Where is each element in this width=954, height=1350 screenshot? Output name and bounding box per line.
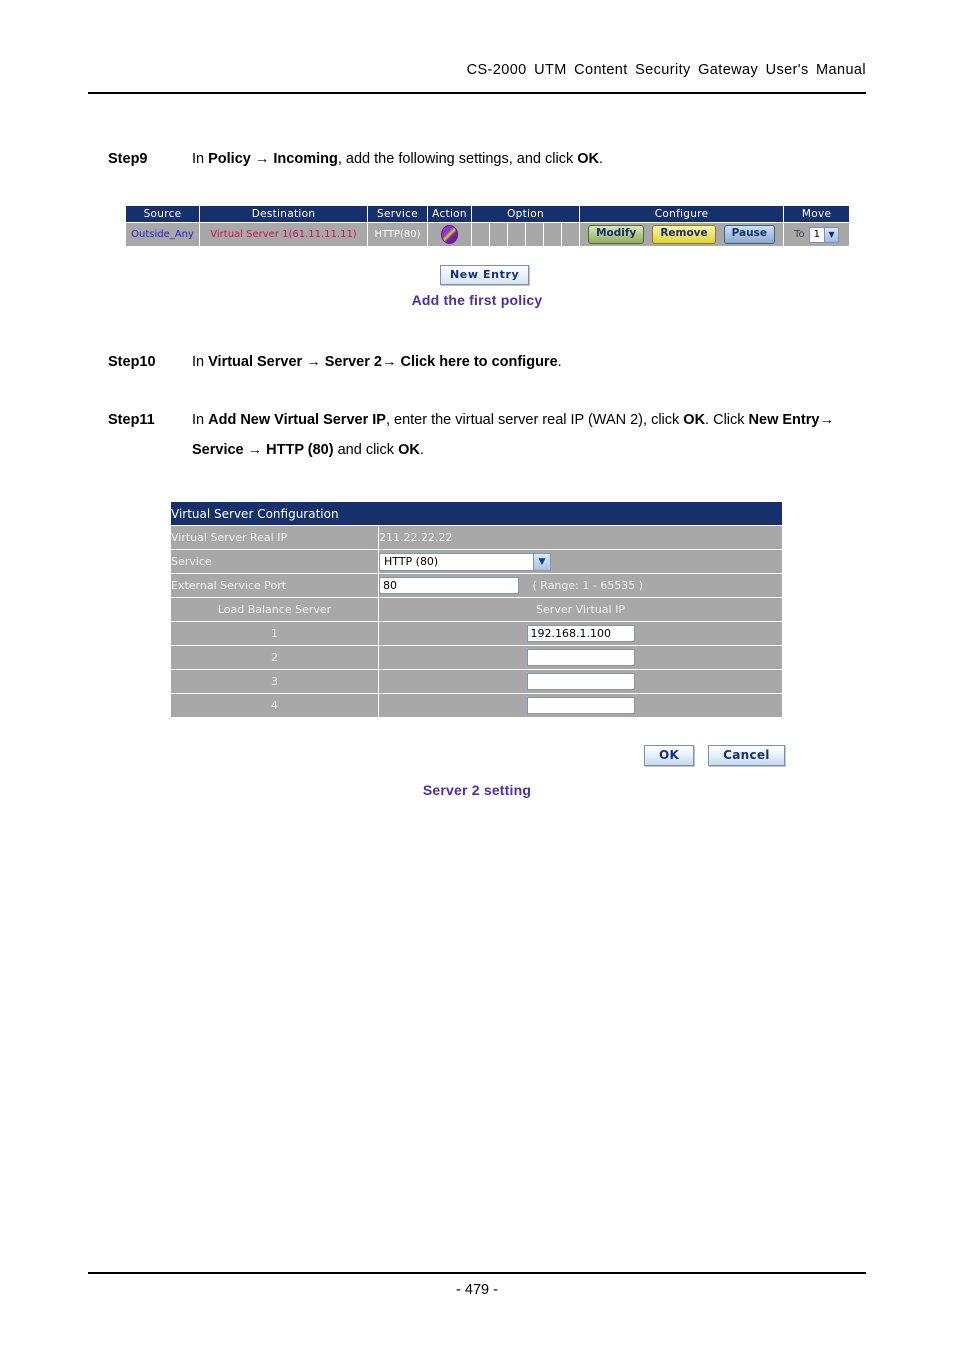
policy-permit-icon [441, 225, 458, 244]
service-select[interactable]: HTTP (80) ▼ [379, 552, 551, 571]
step-11-label: Step11 [108, 412, 155, 428]
step-11-text: In Add New Virtual Server IP, enter the … [192, 412, 834, 458]
policy-figure-caption: Add the first policy [411, 292, 543, 308]
server-virtual-ip-cell-4 [377, 693, 784, 718]
chevron-down-icon: ▼ [824, 227, 839, 242]
policy-cell-destination[interactable]: Virtual Server 1(61.11.11.11) [199, 222, 368, 247]
step-9-label: Step9 [108, 151, 148, 167]
policy-header-option: Option [470, 205, 581, 223]
virtual-server-port-row: External Service Port 80 ( Range: 1 - 65… [170, 573, 784, 598]
policy-cell-option-3 [507, 222, 526, 247]
policy-cell-service: HTTP(80) [367, 222, 428, 247]
pause-button[interactable]: Pause [723, 225, 775, 244]
step-11-paragraph: Step11 In Add New Virtual Server IP, ent… [108, 405, 868, 465]
remove-button[interactable]: Remove [652, 225, 716, 244]
virtual-server-configuration-screenshot: Virtual Server Configuration Virtual Ser… [169, 501, 784, 718]
server-virtual-ip-cell-3 [377, 669, 784, 694]
page-number: - 479 - [456, 1282, 498, 1298]
server-virtual-ip-input-1[interactable]: 192.168.1.100 [526, 625, 635, 642]
chevron-down-icon: ▼ [533, 553, 550, 570]
load-balance-index-2: 2 [170, 645, 379, 670]
port-range-hint: ( Range: 1 - 65535 ) [532, 579, 644, 592]
load-balance-header-row: Load Balance Server Server Virtual IP [170, 597, 784, 622]
policy-header-action: Action [427, 205, 472, 223]
policy-table: Source Destination Service Action Option… [125, 205, 851, 247]
policy-cell-option-5 [543, 222, 562, 247]
server-virtual-ip-header: Server Virtual IP [377, 597, 784, 622]
policy-cell-move: To 1 ▼ [783, 222, 851, 247]
service-value-cell: HTTP (80) ▼ [377, 549, 784, 574]
virtual-server-real-ip-row: Virtual Server Real IP 211.22.22.22 [170, 525, 784, 550]
policy-table-screenshot: Source Destination Service Action Option… [124, 204, 851, 248]
modify-button[interactable]: Modify [588, 225, 645, 244]
ok-button[interactable]: OK [644, 745, 695, 766]
policy-table-row: Outside_Any Virtual Server 1(61.11.11.11… [125, 222, 851, 247]
load-balance-row: 4 [170, 693, 784, 718]
header-divider [88, 92, 866, 94]
real-ip-value: 211.22.22.22 [377, 525, 784, 550]
load-balance-index-4: 4 [170, 693, 379, 718]
server-virtual-ip-input-4[interactable] [526, 697, 635, 714]
load-balance-row: 1 192.168.1.100 [170, 621, 784, 646]
footer-divider [88, 1272, 866, 1274]
move-position-value: 1 [813, 229, 821, 240]
virtual-server-table: Virtual Server Configuration Virtual Ser… [169, 501, 784, 718]
server-virtual-ip-input-2[interactable] [526, 649, 635, 666]
external-service-port-cell: 80 ( Range: 1 - 65535 ) [377, 573, 784, 598]
move-to-label: To [794, 229, 805, 240]
load-balance-index-3: 3 [170, 669, 379, 694]
server-virtual-ip-input-3[interactable] [526, 673, 635, 690]
server-virtual-ip-cell-1: 192.168.1.100 [377, 621, 784, 646]
policy-cell-option-6 [560, 222, 581, 247]
external-service-port-label: External Service Port [170, 573, 379, 598]
policy-cell-source[interactable]: Outside_Any [125, 222, 200, 247]
service-label: Service [170, 549, 379, 574]
real-ip-label: Virtual Server Real IP [170, 525, 379, 550]
policy-header-configure: Configure [579, 205, 785, 223]
step-9-text: In Policy → Incoming, add the following … [192, 151, 604, 167]
virtual-server-figure-caption: Server 2 setting [422, 782, 532, 798]
load-balance-server-header: Load Balance Server [170, 597, 379, 622]
load-balance-index-1: 1 [170, 621, 379, 646]
virtual-server-service-row: Service HTTP (80) ▼ [170, 549, 784, 574]
step-9-paragraph: Step9 In Policy → Incoming, add the foll… [108, 144, 848, 174]
move-position-select[interactable]: 1 ▼ [808, 226, 840, 243]
cancel-button[interactable]: Cancel [708, 745, 785, 766]
step-10-paragraph: Step10 In Virtual Server → Server 2→ Cli… [108, 347, 848, 377]
server-virtual-ip-cell-2 [377, 645, 784, 670]
virtual-server-titlebar-row: Virtual Server Configuration [169, 501, 784, 526]
load-balance-row: 3 [170, 669, 784, 694]
policy-cell-option-1 [471, 222, 490, 247]
policy-cell-option-4 [525, 222, 544, 247]
policy-table-header-row: Source Destination Service Action Option… [125, 205, 851, 223]
policy-cell-action [427, 222, 472, 247]
external-service-port-input[interactable]: 80 [379, 577, 519, 594]
page-header-title: CS-2000 UTM Content Security Gateway Use… [466, 62, 866, 78]
policy-header-move: Move [783, 205, 851, 223]
load-balance-row: 2 [170, 645, 784, 670]
policy-cell-configure: Modify Remove Pause [579, 222, 785, 247]
step-10-label: Step10 [108, 354, 156, 370]
policy-header-service: Service [367, 205, 428, 223]
policy-cell-option-2 [489, 222, 508, 247]
virtual-server-panel-title: Virtual Server Configuration [169, 501, 784, 526]
policy-header-destination: Destination [199, 205, 368, 223]
policy-header-source: Source [125, 205, 200, 223]
service-select-value: HTTP (80) [384, 555, 439, 568]
virtual-server-action-buttons: OK Cancel [644, 745, 785, 766]
step-10-text: In Virtual Server → Server 2→ Click here… [192, 354, 562, 370]
new-entry-button[interactable]: New Entry [440, 265, 530, 285]
